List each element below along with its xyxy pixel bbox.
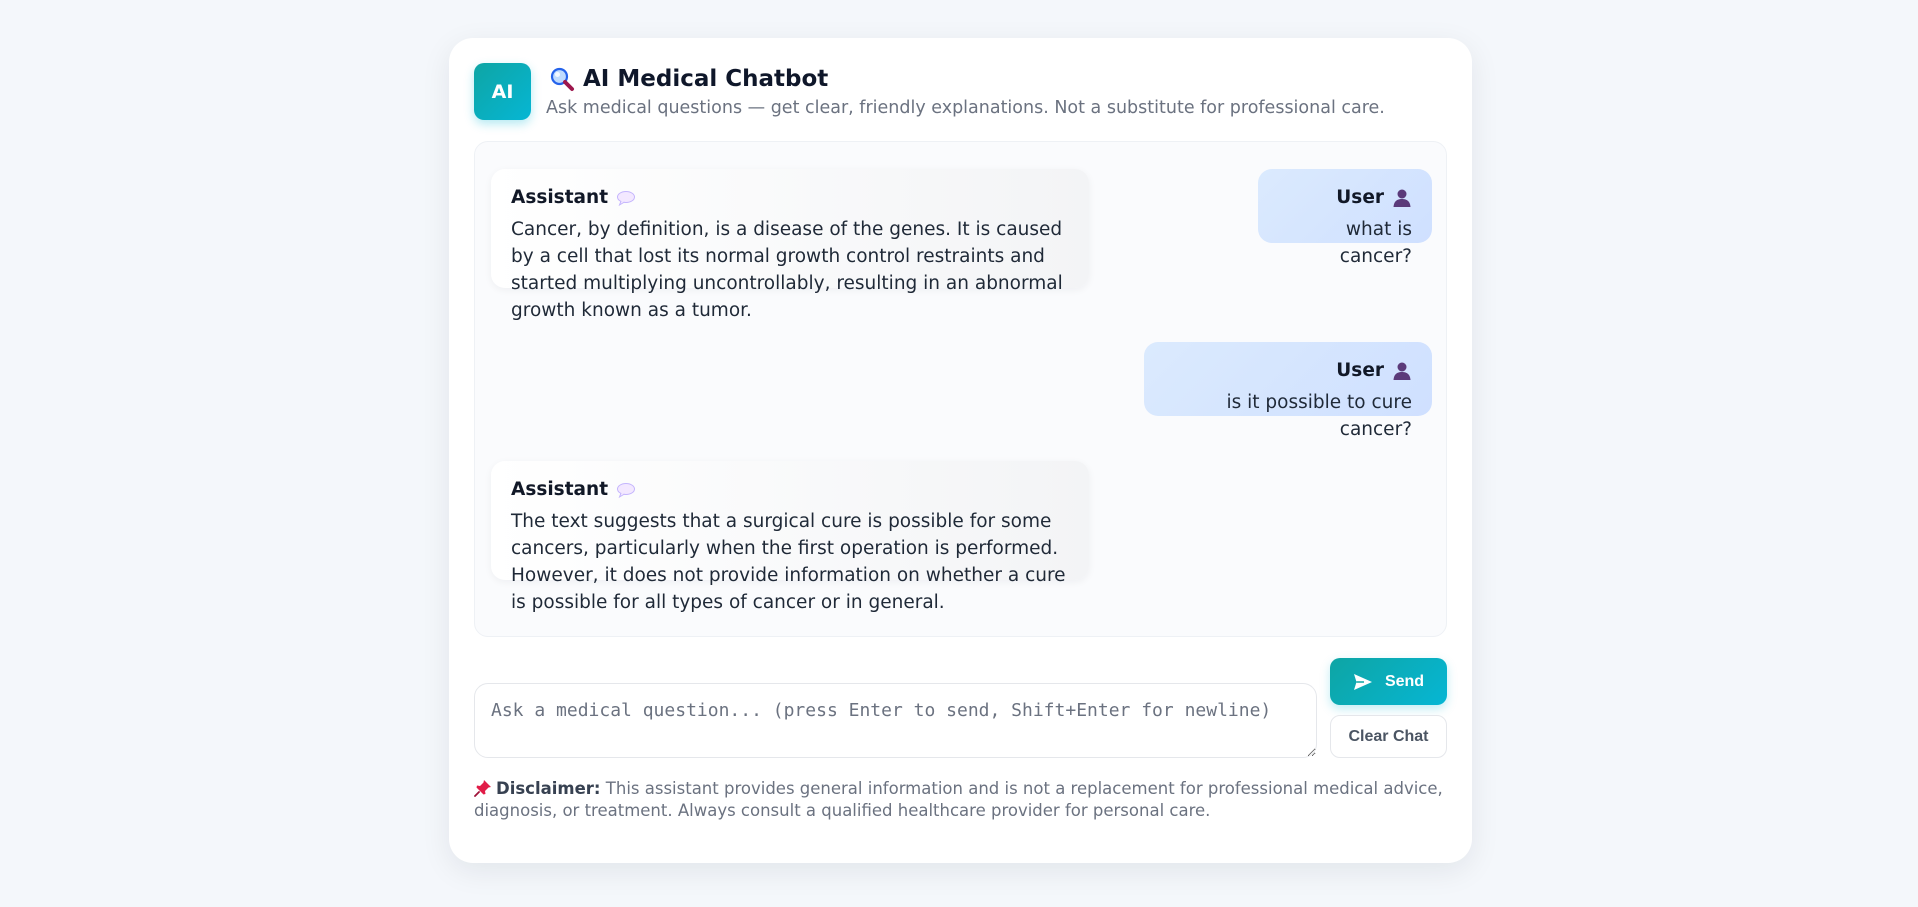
role-label: User (1336, 187, 1384, 208)
title-row: AI Medical Chatbot (549, 66, 828, 92)
disclaimer-text: This assistant provides general informat… (474, 779, 1443, 820)
send-icon (1353, 673, 1372, 690)
message-text: what is cancer? (1339, 219, 1412, 267)
app-logo: AI (474, 63, 531, 120)
disclaimer: Disclaimer: This assistant provides gene… (474, 778, 1449, 822)
magnifier-icon (550, 67, 574, 91)
assistant-message: Assistant Cancer, by definition, is a di… (491, 169, 1089, 321)
message-role: Assistant (511, 479, 1069, 500)
send-button[interactable]: Send (1330, 658, 1447, 705)
message-text: is it possible to cure cancer? (1226, 392, 1413, 440)
page-subtitle: Ask medical questions — get clear, frien… (546, 98, 1385, 118)
message-text: Cancer, by definition, is a disease of t… (511, 219, 1063, 321)
logo-text: AI (491, 80, 514, 103)
role-label: Assistant (511, 187, 609, 208)
user-silhouette-icon (1393, 362, 1411, 380)
page-title: AI Medical Chatbot (583, 66, 829, 92)
chat-card: AI AI Medical Chatbot Ask medical questi… (449, 38, 1472, 863)
user-silhouette-icon (1393, 189, 1411, 207)
pushpin-icon (474, 780, 491, 797)
message-role: Assistant (511, 187, 1069, 208)
role-label: Assistant (511, 479, 609, 500)
user-message: User what is cancer? (1258, 169, 1432, 267)
question-input[interactable] (474, 683, 1317, 758)
speech-bubble-icon (617, 482, 636, 498)
chat-history[interactable]: Assistant Cancer, by definition, is a di… (474, 141, 1447, 637)
disclaimer-label: Disclaimer: (496, 779, 601, 798)
message-role: User (1278, 187, 1412, 208)
send-label: Send (1384, 672, 1425, 690)
assistant-message: Assistant The text suggests that a surgi… (491, 461, 1089, 613)
clear-chat-button[interactable]: Clear Chat (1330, 715, 1447, 758)
message-role: User (1164, 360, 1412, 381)
user-message: User is it possible to cure cancer? (1144, 342, 1432, 440)
speech-bubble-icon (617, 190, 636, 206)
message-text: The text suggests that a surgical cure i… (511, 511, 1066, 613)
role-label: User (1336, 360, 1384, 381)
